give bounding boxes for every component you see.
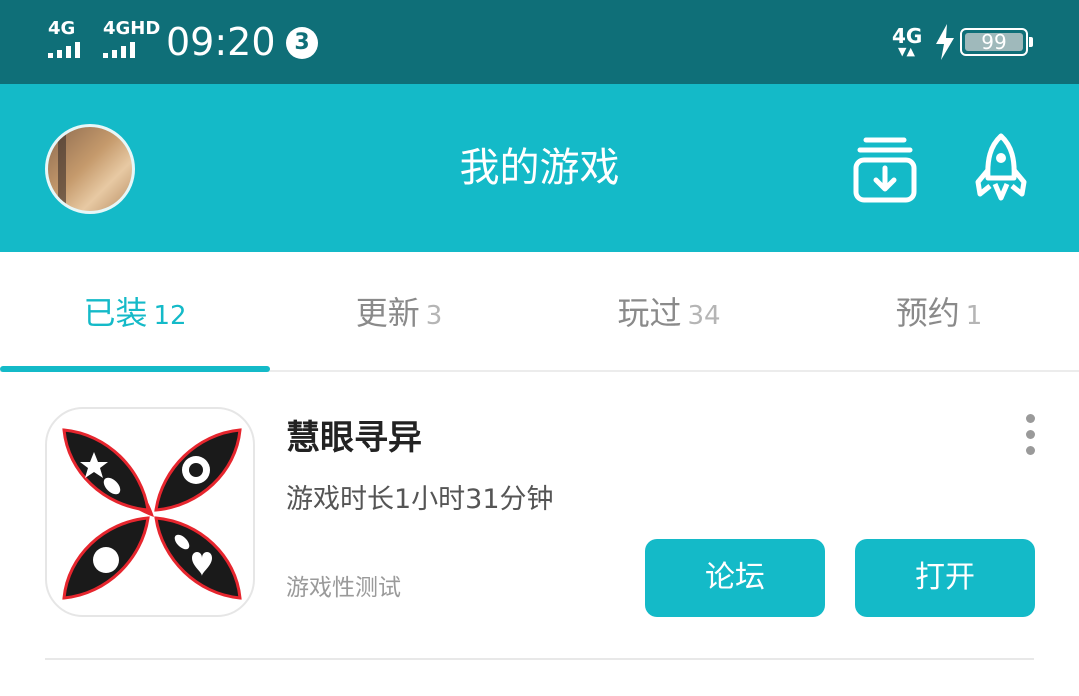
tab-reserved[interactable]: 预约 1 (804, 252, 1074, 372)
tab-label: 更新 (355, 294, 420, 332)
tab-updates[interactable]: 更新 3 (264, 252, 534, 372)
battery-level: 99 (981, 30, 1007, 54)
tab-played[interactable]: 玩过 34 (534, 252, 804, 372)
charging-icon (936, 24, 954, 60)
tab-count: 1 (965, 301, 983, 331)
tab-label: 预约 (895, 294, 960, 332)
tab-count: 12 (153, 301, 187, 331)
status-time: 09:20 (166, 20, 276, 64)
tab-installed[interactable]: 已装 12 (0, 252, 270, 372)
sim1-network-label: 4G (48, 18, 76, 39)
status-bar: 4G 4GHD 09:20 3 4G ▼▲ 99 (0, 0, 1079, 84)
signal-sim2-icon: 4GHD (103, 20, 160, 60)
more-options-icon[interactable] (1018, 414, 1042, 458)
game-icon[interactable] (45, 407, 255, 617)
tab-count: 3 (425, 301, 443, 331)
tab-label: 玩过 (617, 294, 682, 332)
sim2-network-label: 4GHD (103, 18, 161, 39)
game-playtime: 游戏时长1小时31分钟 (286, 484, 554, 515)
open-game-button[interactable]: 打开 (855, 539, 1035, 617)
rocket-icon[interactable] (968, 132, 1034, 204)
forum-button[interactable]: 论坛 (645, 539, 825, 617)
butterfly-logo-icon (62, 428, 242, 600)
signal-sim1-icon: 4G (48, 20, 96, 60)
divider (45, 658, 1034, 660)
tab-count: 34 (687, 301, 721, 331)
network-type-icon: 4G ▼▲ (892, 24, 923, 58)
game-tag: 游戏性测试 (286, 575, 401, 601)
list-item[interactable]: 慧眼寻异 游戏时长1小时31分钟 游戏性测试 论坛 打开 (0, 372, 1079, 662)
battery-icon: 99 (960, 28, 1033, 56)
game-title: 慧眼寻异 (286, 418, 422, 458)
download-manager-icon[interactable] (852, 132, 918, 204)
tab-bar: 已装 12 更新 3 玩过 34 预约 1 (0, 252, 1079, 372)
app-header: 我的游戏 (0, 84, 1079, 252)
notification-count-badge: 3 (286, 27, 318, 59)
tab-label: 已装 (83, 294, 148, 332)
